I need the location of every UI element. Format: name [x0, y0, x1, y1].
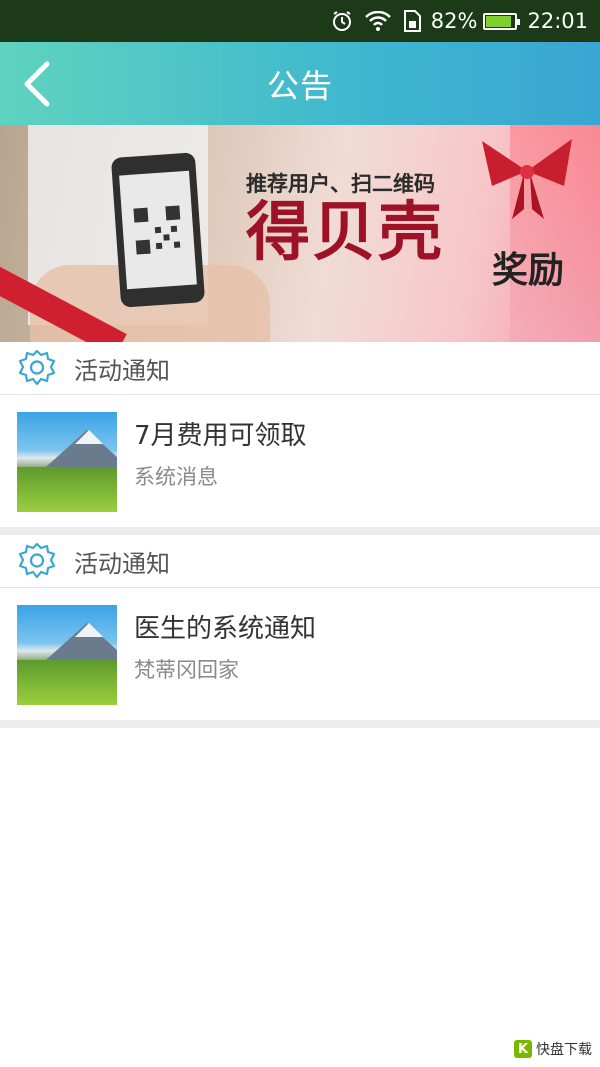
status-bar: 82% 22:01: [0, 0, 600, 42]
watermark-logo: K: [514, 1040, 532, 1058]
notice-title: 7月费用可领取: [134, 421, 307, 451]
phone-image: [110, 152, 206, 308]
wifi-icon: [364, 11, 391, 31]
promo-banner[interactable]: 推荐用户、扫二维码 得贝壳 奖励: [0, 125, 600, 342]
section-divider: [0, 527, 600, 535]
section-title: 活动通知: [74, 356, 170, 385]
notice-subtitle: 系统消息: [134, 465, 218, 489]
notice-title: 医生的系统通知: [134, 614, 317, 644]
gift-bow-icon: [482, 139, 572, 219]
watermark-text: 快盘下载: [536, 1042, 592, 1058]
watermark: K 快盘下载: [514, 1039, 592, 1059]
chevron-left-icon: [24, 61, 50, 107]
app-header: 公告: [0, 42, 600, 125]
gear-icon: [16, 540, 58, 582]
page-title: 公告: [266, 66, 333, 105]
banner-subtitle: 推荐用户、扫二维码: [246, 172, 435, 196]
back-button[interactable]: [16, 60, 56, 108]
section-divider: [0, 720, 600, 728]
qr-code-icon: [133, 205, 181, 255]
gear-icon: [16, 347, 58, 389]
clock: 22:01: [527, 9, 588, 33]
banner-title: 得贝壳: [246, 196, 444, 270]
section-header: 活动通知: [0, 342, 600, 395]
alarm-icon: [331, 10, 353, 32]
battery-percent: 82%: [430, 9, 478, 33]
section-title: 活动通知: [74, 549, 170, 578]
banner-reward: 奖励: [492, 250, 565, 291]
sim-icon: [403, 10, 421, 32]
notice-item[interactable]: 医生的系统通知 梵蒂冈回家: [0, 588, 600, 720]
mountain-landscape-image: [17, 605, 117, 705]
notice-subtitle: 梵蒂冈回家: [134, 658, 239, 682]
notice-item[interactable]: 7月费用可领取 系统消息: [0, 395, 600, 527]
battery-icon: [483, 12, 521, 30]
mountain-landscape-image: [17, 412, 117, 512]
section-header: 活动通知: [0, 535, 600, 588]
